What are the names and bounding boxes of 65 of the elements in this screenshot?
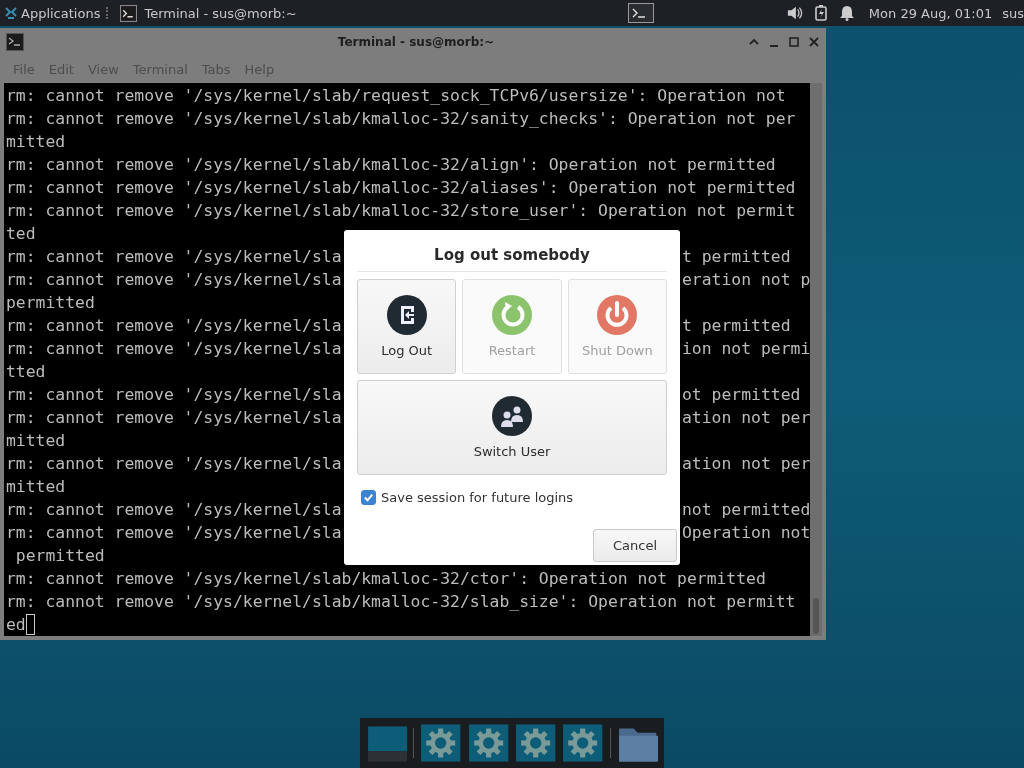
gear-icon[interactable] [467,722,509,764]
terminal-line: rm: cannot remove '/sys/kernel/sla [6,522,343,544]
terminal-line: not permitted [682,499,811,521]
gear-icon[interactable] [515,722,557,764]
terminal-line: Operation not [682,522,811,544]
terminal-line: permitted [14,545,105,567]
terminal-icon[interactable] [628,3,655,23]
terminal-line: rm: cannot remove '/sys/kernel/slab/kmalloc-32/align': Operation not permitted [6,154,776,176]
terminal-line: rm: cannot remove '/sys/kernel/sla [6,315,343,337]
terminal-line: rm: cannot remove '/sys/kernel/slab/kmalloc-32/aliases': Operation not permitted [6,177,796,199]
terminal-line: rm: cannot remove '/sys/kernel/slab/request_sock_TCPv6/usersize': Operation not [6,85,786,107]
terminal-line: rm: cannot remove '/sys/kernel/sla [6,338,343,360]
terminal-line: ation not per [682,407,811,429]
power-icon [597,295,638,335]
users-icon [492,396,532,436]
terminal-line: rm: cannot remove '/sys/kernel/slab/kmalloc-32/sanity_checks': Operation not per [6,108,796,130]
terminal-line: rm: cannot remove '/sys/kernel/slab/kmalloc-32/store_user': Operation not permit [6,200,796,222]
terminal-line: tted [6,361,46,383]
terminal-line: rm: cannot remove '/sys/kernel/slab/kmalloc-32/slab_size': Operation not permitt [6,591,796,613]
cancel-button[interactable]: Cancel [593,529,677,562]
terminal-line: eration not p [682,269,811,291]
terminal-line: t permitted [682,246,791,268]
terminal-line: ted [6,223,36,245]
terminal-line: rm: cannot remove '/sys/kernel/sla [6,269,343,291]
gear-icon[interactable] [562,722,604,764]
terminal-line: ion not permi [682,338,811,360]
battery-icon[interactable] [812,5,829,21]
scrollbar-thumb[interactable] [813,598,819,634]
terminal-icon [6,32,24,51]
volume-icon[interactable] [786,5,803,21]
maximize-icon[interactable] [788,35,800,48]
terminal-line: t permitted [682,315,791,337]
restart-icon [492,295,532,335]
checkbox-label[interactable]: Save session for future logins [381,490,574,505]
terminal-line: rm: cannot remove '/sys/kernel/slab/kmalloc-32/ctor': Operation not permitted [6,568,766,590]
applications-menu[interactable]: Applications [0,0,105,26]
terminal-line: ot permitted [682,384,801,406]
terminal-line: rm: cannot remove '/sys/kernel/sla [6,384,343,406]
terminal-line: ation not per [682,453,811,475]
terminal-line: permitted [6,292,95,314]
user-menu[interactable]: sus [1002,5,1024,21]
switch-user-button[interactable]: Switch User [357,380,667,475]
scrollbar[interactable] [810,83,822,636]
taskbar-window-button[interactable]: Terminal - sus@morb:~ [114,0,457,26]
terminal-line: mitted [6,476,66,498]
terminal-line: rm: cannot remove '/sys/kernel/sla [6,499,343,521]
clock[interactable]: Mon 29 Aug, 01:01 [868,5,993,21]
terminal-line: rm: cannot remove '/sys/kernel/sla [6,246,343,268]
gear-icon[interactable] [420,722,462,764]
logout-button[interactable]: Log Out [357,279,457,374]
close-icon[interactable] [808,35,820,48]
dialog-title: Log out somebody [357,230,667,272]
bell-icon[interactable] [838,5,855,21]
checkbox[interactable] [361,490,376,505]
check-icon [362,491,375,504]
panel-separator [106,7,111,19]
terminal-icon [120,4,138,22]
terminal-line: mitted [6,430,66,452]
terminal-line: ed [6,614,26,636]
mouse-logo-icon [4,6,18,20]
terminal-line: rm: cannot remove '/sys/kernel/sla [6,453,343,475]
terminal-line: rm: cannot remove '/sys/kernel/sla [6,407,343,429]
logout-icon [386,295,427,335]
terminal-line: mitted [6,131,66,153]
window-title: Terminal - sus@morb:~ [336,34,496,49]
